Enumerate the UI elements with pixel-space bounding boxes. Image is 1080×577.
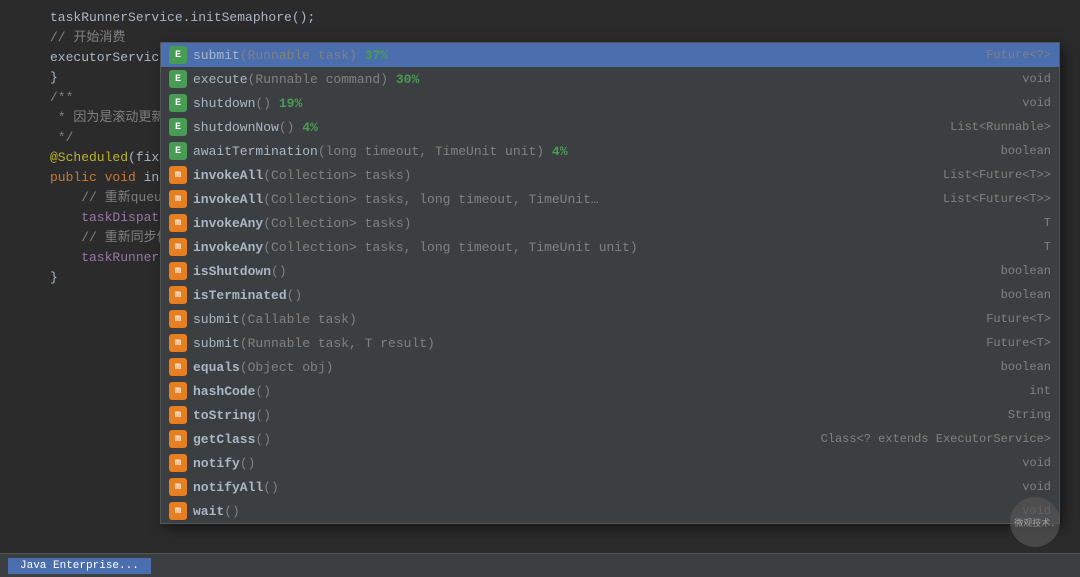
code-text: } <box>50 68 58 88</box>
autocomplete-dropdown[interactable]: Esubmit(Runnable task) 37%Future<?>Eexec… <box>160 42 1060 524</box>
ac-item-icon: E <box>169 118 187 136</box>
autocomplete-item[interactable]: Eshutdown() 19%void <box>161 91 1059 115</box>
ac-item-return: boolean <box>931 360 1051 374</box>
ac-item-name: submit(Runnable task, T result) <box>193 336 931 351</box>
watermark-text: 微观技术. <box>1014 516 1055 529</box>
ac-item-return: Future<T> <box>931 312 1051 326</box>
autocomplete-item[interactable]: m isTerminated()boolean <box>161 283 1059 307</box>
autocomplete-item[interactable]: Eexecute(Runnable command) 30%void <box>161 67 1059 91</box>
ac-item-name: notifyAll() <box>193 480 931 495</box>
ac-item-icon: m <box>169 214 187 232</box>
ac-item-name: shutdownNow() 4% <box>193 120 931 135</box>
ac-item-name: toString() <box>193 408 931 423</box>
ac-item-return: boolean <box>931 264 1051 278</box>
ac-item-name: execute(Runnable command) 30% <box>193 72 931 87</box>
autocomplete-item[interactable]: EawaitTermination(long timeout, TimeUnit… <box>161 139 1059 163</box>
ac-item-name: invokeAll(Collection> tasks) <box>193 168 931 183</box>
ac-item-icon: E <box>169 70 187 88</box>
ac-item-return: int <box>931 384 1051 398</box>
ac-item-icon: E <box>169 46 187 64</box>
ac-item-name: invokeAny(Collection> tasks) <box>193 216 931 231</box>
ac-item-icon: m <box>169 478 187 496</box>
autocomplete-item[interactable]: m equals(Object obj)boolean <box>161 355 1059 379</box>
code-keyword: void <box>105 168 144 188</box>
ac-item-icon: m <box>169 190 187 208</box>
ac-item-return: void <box>931 480 1051 494</box>
watermark: 微观技术. <box>1010 497 1060 547</box>
ac-item-return: String <box>931 408 1051 422</box>
ac-item-name: submit(Runnable task) 37% <box>193 48 931 63</box>
autocomplete-item[interactable]: m invokeAll(Collection> tasks)List<Future… <box>161 163 1059 187</box>
ac-item-icon: m <box>169 286 187 304</box>
ac-item-icon: m <box>169 454 187 472</box>
autocomplete-item[interactable]: m notifyAll()void <box>161 475 1059 499</box>
autocomplete-item[interactable]: m invokeAny(Collection> tasks)T <box>161 211 1059 235</box>
ac-item-name: submit(Callable task) <box>193 312 931 327</box>
ac-item-icon: m <box>169 406 187 424</box>
code-var: taskRunnerSe <box>50 248 175 268</box>
ac-item-return: T <box>931 240 1051 254</box>
autocomplete-item[interactable]: m notify()void <box>161 451 1059 475</box>
autocomplete-item[interactable]: m isShutdown()boolean <box>161 259 1059 283</box>
editor-background: taskRunnerService.initSemaphore(); // 开始… <box>0 0 1080 577</box>
code-comment: // 重新queue <box>50 188 170 208</box>
ac-item-name: invokeAny(Collection> tasks, long timeou… <box>193 240 931 255</box>
autocomplete-item[interactable]: m submit(Runnable task, T result)Future<T… <box>161 331 1059 355</box>
ac-item-icon: m <box>169 238 187 256</box>
watermark-circle: 微观技术. <box>1010 497 1060 547</box>
bottom-bar: Java Enterprise... <box>0 553 1080 577</box>
ac-item-icon: m <box>169 334 187 352</box>
autocomplete-item[interactable]: m hashCode()int <box>161 379 1059 403</box>
autocomplete-item[interactable]: m submit(Callable task)Future<T> <box>161 307 1059 331</box>
ac-item-name: isShutdown() <box>193 264 931 279</box>
code-comment: /** <box>50 88 73 108</box>
ac-item-return: Class<? extends ExecutorService> <box>813 432 1051 446</box>
autocomplete-item[interactable]: m invokeAll(Collection> tasks, long timeo… <box>161 187 1059 211</box>
ac-item-return: void <box>931 456 1051 470</box>
code-keyword: public <box>50 168 105 188</box>
ac-item-icon: E <box>169 94 187 112</box>
ac-item-icon: m <box>169 382 187 400</box>
ac-item-icon: m <box>169 310 187 328</box>
ac-item-name: notify() <box>193 456 931 471</box>
ac-item-return: List<Future<T>> <box>931 192 1051 206</box>
autocomplete-item[interactable]: EshutdownNow() 4%List<Runnable> <box>161 115 1059 139</box>
autocomplete-item[interactable]: m toString()String <box>161 403 1059 427</box>
ac-item-icon: m <box>169 502 187 520</box>
ac-item-icon: m <box>169 166 187 184</box>
ac-item-return: boolean <box>931 288 1051 302</box>
ac-item-return: void <box>931 72 1051 86</box>
code-line-1: taskRunnerService.initSemaphore(); <box>0 8 1080 28</box>
ac-item-name: awaitTermination(long timeout, TimeUnit … <box>193 144 931 159</box>
ac-item-return: Future<T> <box>931 336 1051 350</box>
autocomplete-item[interactable]: Esubmit(Runnable task) 37%Future<?> <box>161 43 1059 67</box>
ac-item-name: invokeAll(Collection> tasks, long timeou… <box>193 192 931 207</box>
code-comment: // 开始消费 <box>50 28 125 48</box>
ac-item-return: List<Runnable> <box>931 120 1051 134</box>
ac-item-icon: E <box>169 142 187 160</box>
ac-item-return: boolean <box>931 144 1051 158</box>
ac-item-name: equals(Object obj) <box>193 360 931 375</box>
ac-item-icon: m <box>169 262 187 280</box>
code-annotation: @Scheduled <box>50 148 128 168</box>
ac-item-name: wait() <box>193 504 931 519</box>
code-text: } <box>50 268 58 288</box>
ac-item-icon: m <box>169 430 187 448</box>
ac-item-return: Future<?> <box>931 48 1051 62</box>
ac-item-name: shutdown() 19% <box>193 96 931 111</box>
code-comment: * 因为是滚动更新， <box>50 108 177 128</box>
bottom-tab[interactable]: Java Enterprise... <box>8 558 151 574</box>
autocomplete-item[interactable]: mwait()void <box>161 499 1059 523</box>
code-text: taskRunnerService.initSemaphore(); <box>50 8 315 28</box>
code-comment: */ <box>50 128 73 148</box>
ac-item-name: hashCode() <box>193 384 931 399</box>
ac-item-icon: m <box>169 358 187 376</box>
ac-item-name: getClass() <box>193 432 813 447</box>
ac-item-return: List<Future<T>> <box>931 168 1051 182</box>
ac-item-return: T <box>931 216 1051 230</box>
ac-item-return: void <box>931 96 1051 110</box>
autocomplete-item[interactable]: m getClass()Class<? extends ExecutorServi… <box>161 427 1059 451</box>
ac-item-name: isTerminated() <box>193 288 931 303</box>
autocomplete-item[interactable]: m invokeAny(Collection> tasks, long timeo… <box>161 235 1059 259</box>
